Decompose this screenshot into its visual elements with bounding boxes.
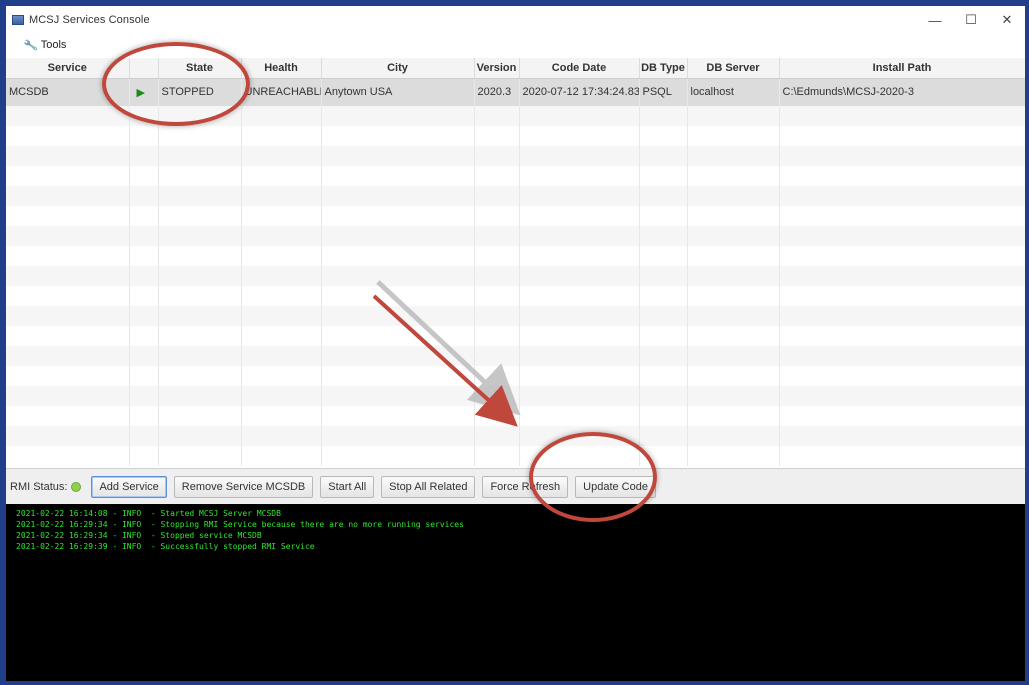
annotation-arrow [372, 280, 521, 427]
arrow-shadow [376, 280, 521, 416]
arrow-line [372, 294, 518, 427]
app-window: MCSJ Services Console — ☐ ✕ 🔧 Tools Serv… [6, 6, 1025, 681]
